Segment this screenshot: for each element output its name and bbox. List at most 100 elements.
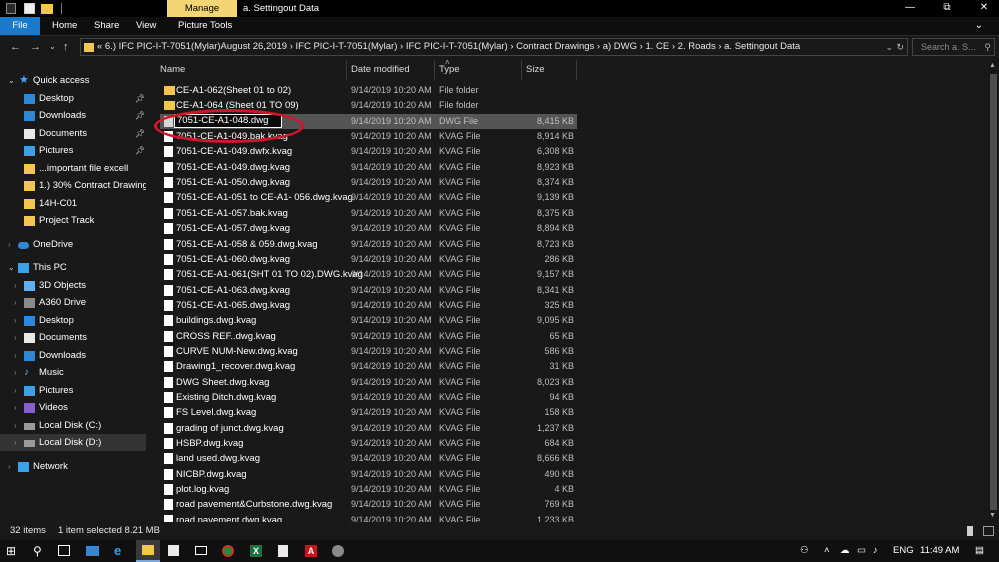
mail-icon[interactable] [195, 546, 207, 555]
file-row[interactable]: 7051-CE-A1-063.dwg.kvag 9/14/2019 10:20 A… [160, 283, 577, 298]
autocad-icon[interactable]: A [305, 545, 317, 557]
collapse-icon[interactable]: ⌄ [8, 72, 15, 89]
file-row[interactable]: 7051-CE-A1-057.dwg.kvag 9/14/2019 10:20 A… [160, 221, 577, 236]
file-row[interactable]: 7051-CE-A1-050.dwg.kvag 9/14/2019 10:20 A… [160, 175, 577, 190]
tab-share[interactable]: Share [94, 17, 119, 35]
file-row[interactable]: Existing Ditch.dwg.kvag 9/14/2019 10:20 A… [160, 390, 577, 405]
column-header-size[interactable]: Size [526, 60, 544, 80]
expand-icon[interactable]: › [8, 236, 11, 253]
nav-project-track[interactable]: Project Track [0, 212, 146, 229]
column-divider[interactable] [576, 60, 577, 80]
nav-a360-drive[interactable]: › A360 Drive [0, 294, 146, 311]
nav-desktop[interactable]: Desktop 📌︎ [0, 90, 146, 107]
new-folder-icon[interactable] [41, 4, 53, 14]
maximize-button[interactable]: ⧉ [932, 0, 962, 17]
minimize-button[interactable]: — [895, 0, 925, 17]
file-row[interactable]: HSBP.dwg.kvag 9/14/2019 10:20 AM KVAG File… [160, 436, 577, 451]
nav-downloads-pc[interactable]: › Downloads [0, 347, 146, 364]
save-icon[interactable] [6, 3, 16, 14]
language-indicator[interactable]: ENG [893, 540, 914, 562]
column-header-date[interactable]: Date modified [351, 60, 410, 80]
nav-desktop-pc[interactable]: › Desktop [0, 312, 146, 329]
column-header-type[interactable]: Type [439, 60, 460, 80]
scroll-up-arrow-icon[interactable]: ▲ [989, 62, 996, 69]
address-bar[interactable]: « 6.) IFC PIC-I-T-7051(Mylar)August 26,2… [80, 38, 908, 56]
notifications-icon[interactable]: ▤ [975, 540, 984, 562]
collapse-icon[interactable]: ⌄ [8, 259, 15, 276]
tab-file[interactable]: File [0, 17, 40, 35]
file-row[interactable]: 7051-CE-A1-049.dwg.kvag 9/14/2019 10:20 A… [160, 160, 577, 175]
folder-row[interactable]: CE-A1-062(Sheet 01 to 02) 9/14/2019 10:20… [160, 83, 577, 98]
file-row[interactable]: plot.log.kvag 9/14/2019 10:20 AM KVAG File… [160, 482, 577, 497]
file-row[interactable]: buildings.dwg.kvag 9/14/2019 10:20 AM KVAG… [160, 313, 577, 328]
folder-row[interactable]: CE-A1-064 (Sheet 01 TO 09) 9/14/2019 10:2… [160, 98, 577, 113]
file-row[interactable]: 7051-CE-A1-060.dwg.kvag 9/14/2019 10:20 A… [160, 252, 577, 267]
tab-picture-tools[interactable]: Picture Tools [178, 17, 232, 35]
file-row[interactable]: grading of junct.dwg.kvag 9/14/2019 10:20… [160, 421, 577, 436]
refresh-icon[interactable]: ↻ [896, 39, 904, 55]
file-row[interactable]: 7051-CE-A1-057.bak.kvag 9/14/2019 10:20 A… [160, 206, 577, 221]
scrollbar-thumb[interactable] [990, 74, 997, 510]
file-row[interactable]: road pavement&Curbstone.dwg.kvag 9/14/201… [160, 497, 577, 512]
pin-icon[interactable]: 📌︎ [135, 125, 145, 142]
file-row[interactable]: DWG Sheet.dwg.kvag 9/14/2019 10:20 AM KVAG… [160, 375, 577, 390]
nav-contract-drawings[interactable]: 1.) 30% Contract Drawings 7 [0, 177, 146, 194]
search-icon[interactable]: ⚲ [33, 544, 47, 558]
file-explorer-taskbar-button[interactable] [136, 540, 160, 562]
scroll-down-arrow-icon[interactable]: ▼ [989, 512, 996, 519]
nav-documents-pc[interactable]: › Documents [0, 329, 146, 346]
column-divider[interactable] [434, 60, 435, 80]
expand-icon[interactable]: › [14, 294, 17, 311]
app-icon[interactable] [86, 546, 99, 556]
vertical-scrollbar[interactable]: ▲ ▼ [988, 60, 999, 522]
file-row[interactable]: CROSS REF..dwg.kvag 9/14/2019 10:20 AM KVA… [160, 329, 577, 344]
file-row[interactable]: 7051-CE-A1-061(SHT 01 TO 02).DWG.kvag 9/1… [160, 267, 577, 282]
details-view-icon[interactable] [967, 526, 973, 536]
nav-local-disk-c[interactable]: › Local Disk (C:) [0, 417, 146, 434]
up-arrow-icon[interactable]: ↑ [63, 39, 69, 55]
nav-pictures-pc[interactable]: › Pictures [0, 382, 146, 399]
pin-icon[interactable]: 📌︎ [135, 142, 145, 159]
expand-icon[interactable]: › [14, 399, 17, 416]
file-row[interactable]: 7051-CE-A1-049.dwfx.kvag 9/14/2019 10:20 … [160, 144, 577, 159]
close-button[interactable]: ✕ [969, 0, 999, 17]
file-row[interactable]: land used.dwg.kvag 9/14/2019 10:20 AM KVAG… [160, 451, 577, 466]
expand-icon[interactable]: › [14, 277, 17, 294]
store-icon[interactable] [168, 545, 179, 556]
column-divider[interactable] [346, 60, 347, 80]
column-divider[interactable] [521, 60, 522, 80]
nav-this-pc[interactable]: ⌄ This PC [0, 259, 146, 276]
expand-icon[interactable]: › [14, 382, 17, 399]
pin-icon[interactable]: 📌︎ [135, 107, 145, 124]
pin-icon[interactable]: 📌︎ [135, 90, 145, 107]
forward-arrow-icon[interactable]: → [30, 39, 41, 55]
file-row[interactable]: 7051-CE-A1-051 to CE-A1- 056.dwg.kvag 9/1… [160, 190, 577, 205]
file-row[interactable]: 7051-CE-A1-058 & 059.dwg.kvag 9/14/2019 1… [160, 237, 577, 252]
rename-input[interactable]: 7051-CE-A1-048.dwg [174, 113, 282, 128]
chrome-icon[interactable] [222, 545, 234, 557]
file-row[interactable]: 7051-CE-A1-065.dwg.kvag 9/14/2019 10:20 A… [160, 298, 577, 313]
nav-local-disk-d[interactable]: › Local Disk (D:) [0, 434, 146, 451]
tab-view[interactable]: View [136, 17, 156, 35]
excel-icon[interactable]: X [250, 545, 262, 557]
file-row[interactable]: Drawing1_recover.dwg.kvag 9/14/2019 10:20… [160, 359, 577, 374]
column-header-name[interactable]: Name [160, 60, 185, 80]
expand-icon[interactable]: › [14, 417, 17, 434]
file-row[interactable]: CURVE NUM-New.dwg.kvag 9/14/2019 10:20 AM… [160, 344, 577, 359]
app-icon[interactable] [332, 545, 344, 557]
windows-start-icon[interactable]: ⊞ [6, 544, 20, 558]
address-path[interactable]: « 6.) IFC PIC-I-T-7051(Mylar)August 26,2… [97, 39, 879, 55]
file-row[interactable]: road pavement.dwg.kvag 9/14/2019 10:20 AM… [160, 513, 577, 522]
properties-icon[interactable] [24, 3, 35, 14]
people-icon[interactable]: ⚇ [800, 540, 809, 562]
expand-icon[interactable]: › [14, 312, 17, 329]
file-row[interactable]: 7051-CE-A1-049.bak.kvag 9/14/2019 10:20 A… [160, 129, 577, 144]
nav-downloads[interactable]: Downloads 📌︎ [0, 107, 146, 124]
expand-ribbon-icon[interactable]: ⌄ [975, 20, 983, 31]
nav-documents[interactable]: Documents 📌︎ [0, 125, 146, 142]
address-dropdown-icon[interactable]: ⌄ [885, 39, 893, 55]
nav-14h-c01[interactable]: 14H-C01 [0, 195, 146, 212]
search-input[interactable]: Search a. S... ⚲ [912, 38, 995, 56]
large-icons-view-icon[interactable] [983, 526, 994, 536]
nav-network[interactable]: › Network [0, 458, 146, 475]
